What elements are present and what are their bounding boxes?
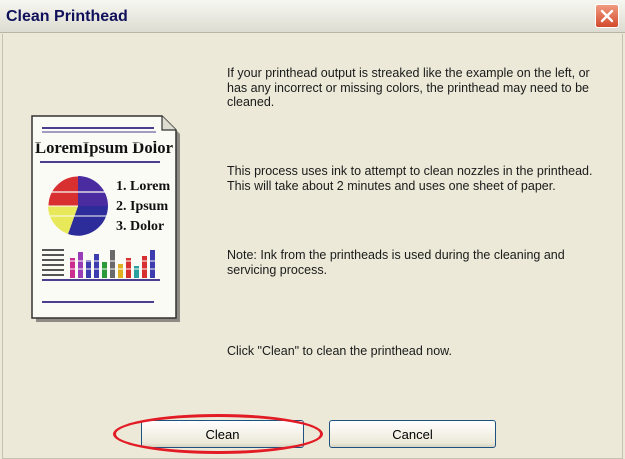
title-bar: Clean Printhead <box>0 0 625 33</box>
description-streaked-output: If your printhead output is streaked lik… <box>227 66 590 109</box>
ink-usage-note: Note: Ink from the printheads is used du… <box>227 248 565 277</box>
close-button[interactable] <box>595 4 619 28</box>
illustration-list-item-3: 3. Dolor <box>116 219 164 234</box>
clean-printhead-dialog: Clean Printhead LoremIpsum Dolor 1. Lore… <box>0 0 625 459</box>
clean-button[interactable]: Clean <box>141 420 304 448</box>
close-icon <box>600 9 614 23</box>
illustration-list-item-2: 2. Ipsum <box>116 199 168 214</box>
streaked-printout-illustration: LoremIpsum Dolor 1. Lorem 2. Ipsum 3. Do… <box>31 115 180 322</box>
illustration-list-item-1: 1. Lorem <box>116 179 171 194</box>
illustration-heading: LoremIpsum Dolor <box>35 138 173 157</box>
clean-instruction: Click "Clean" to clean the printhead now… <box>227 344 452 358</box>
cancel-button[interactable]: Cancel <box>329 420 496 448</box>
dialog-title: Clean Printhead <box>6 8 128 25</box>
description-clean-process: This process uses ink to attempt to clea… <box>227 164 593 193</box>
